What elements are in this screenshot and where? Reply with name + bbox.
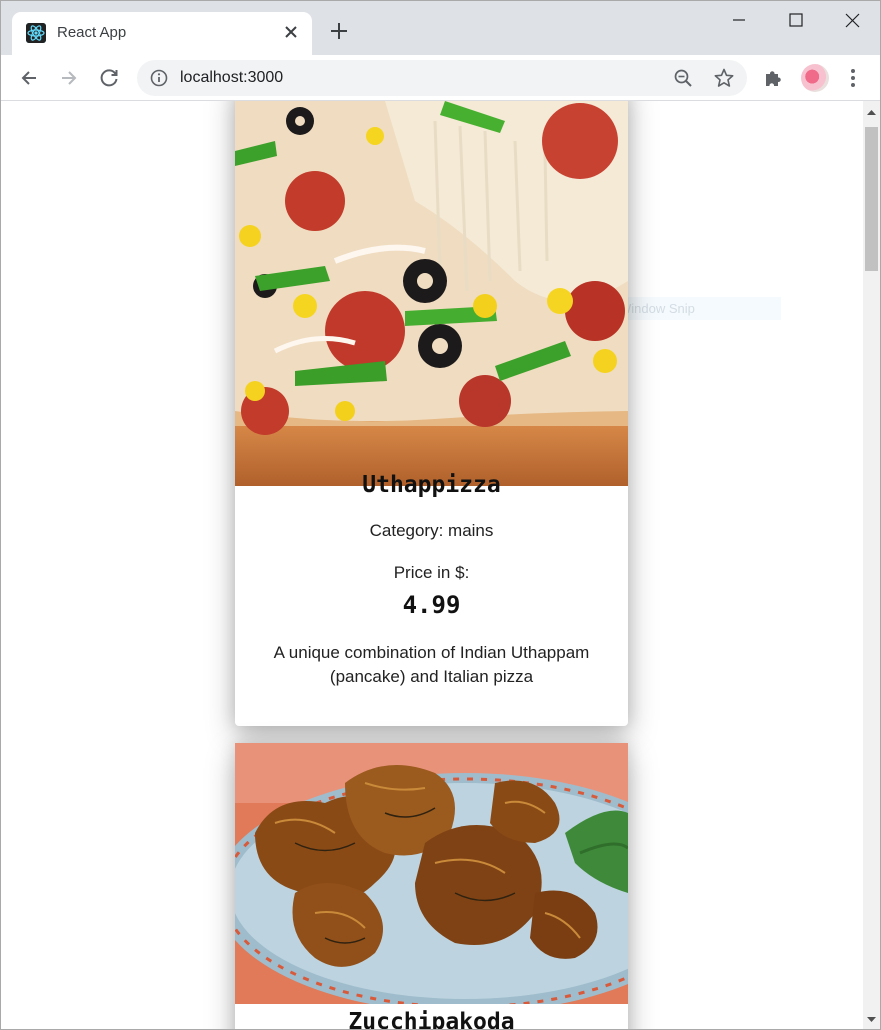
forward-arrow-icon[interactable] xyxy=(55,64,83,92)
star-icon[interactable] xyxy=(713,67,735,89)
tab-strip: React App xyxy=(1,1,880,55)
pizza-photo xyxy=(235,101,628,486)
window-snip-overlay: Window Snip xyxy=(609,297,781,320)
react-logo-icon xyxy=(26,23,46,43)
dish-description: A unique combination of Indian Uthappam … xyxy=(273,643,590,686)
page-viewport: Window Snip Uthappizza Category: mains P… xyxy=(1,101,863,1030)
tab-react-app[interactable]: React App xyxy=(12,12,312,55)
dish-category: Category: mains xyxy=(369,521,494,540)
scrollbar-thumb[interactable] xyxy=(865,127,878,271)
reload-icon[interactable] xyxy=(95,64,123,92)
kebab-menu-icon[interactable] xyxy=(843,66,863,90)
browser-window: React App localhost:3000 Window Snip Uth… xyxy=(0,0,881,1030)
info-icon[interactable] xyxy=(149,68,169,88)
scroll-up-arrow-icon[interactable] xyxy=(863,105,880,119)
tab-close-icon[interactable] xyxy=(280,21,302,43)
window-close-icon[interactable] xyxy=(830,7,876,33)
new-tab-button[interactable] xyxy=(327,19,351,43)
puzzle-icon[interactable] xyxy=(763,67,785,89)
tab-title: React App xyxy=(57,24,127,41)
address-bar[interactable]: localhost:3000 xyxy=(137,60,747,96)
scroll-down-arrow-icon[interactable] xyxy=(863,1013,880,1027)
address-text[interactable]: localhost:3000 xyxy=(180,69,283,87)
dish-card[interactable]: Zucchipakoda xyxy=(235,743,628,1030)
avatar[interactable] xyxy=(801,64,829,92)
dish-price-label: Price in $: xyxy=(393,563,470,582)
minimize-icon[interactable] xyxy=(716,7,762,33)
pakoda-photo xyxy=(235,743,628,1004)
back-arrow-icon[interactable] xyxy=(15,64,43,92)
dish-price: 4.99 xyxy=(402,591,461,619)
maximize-icon[interactable] xyxy=(772,7,818,33)
page-scrollbar[interactable] xyxy=(863,101,880,1029)
dish-name: Zucchipakoda xyxy=(348,1009,515,1030)
zoom-out-icon[interactable] xyxy=(673,68,693,88)
dish-card[interactable]: Uthappizza Category: mains Price in $: 4… xyxy=(235,101,628,726)
browser-toolbar: localhost:3000 xyxy=(1,55,880,101)
dish-name: Uthappizza xyxy=(362,472,501,498)
